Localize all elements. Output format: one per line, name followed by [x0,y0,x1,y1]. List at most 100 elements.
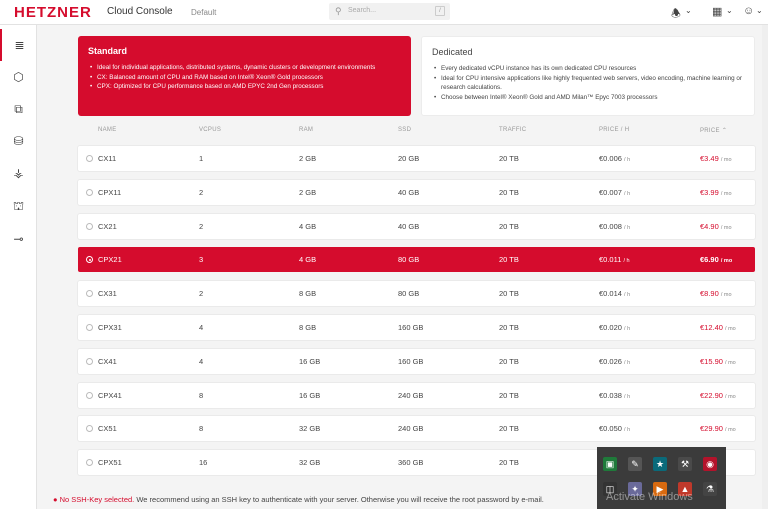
cell-vcpus: 8 [199,390,204,400]
price-hour-value: €0.020 [599,323,622,332]
cell-ram: 32 GB [299,424,321,434]
row-radio-button[interactable] [86,222,93,230]
column-header-price[interactable]: PRICE ⌃ [700,127,727,134]
sidebar-item-load-balancers[interactable]: ⛁ [0,125,37,157]
sidebar-item-volumes[interactable]: ⬡ [0,61,37,93]
key-icon: ⊸ [13,232,24,246]
column-header-name[interactable]: NAME [98,127,117,133]
chevron-down-icon[interactable]: ⌄ [726,6,733,15]
price-hour-value: €0.050 [599,424,622,434]
table-row[interactable]: CPX21 3 4 GB 80 GB 20 TB €0.011 / h €6.90 / mo [78,247,755,273]
row-radio-button[interactable] [86,188,93,196]
table-row[interactable]: CX51 8 32 GB 240 GB 20 TB €0.050 / h €29.90 / … [78,416,755,442]
price-hour-unit: / h [624,190,631,197]
cell-traffic: 20 TB [499,323,519,332]
cell-price-month: €4.90 / mo [700,222,732,231]
volumes-icon: ⬡ [13,70,24,84]
table-row[interactable]: CPX31 4 8 GB 160 GB 20 TB €0.020 / h €12.40 / … [78,315,755,340]
column-header-traffic[interactable]: TRAFFIC [499,127,526,133]
tray-icon-1[interactable]: ▣ [603,457,617,471]
sidebar-item-firewalls[interactable]: ⚶ [0,157,37,189]
scrollbar[interactable] [762,25,768,509]
column-header-ssd[interactable]: SSD [398,127,411,133]
tray-icon-4[interactable]: ⚒ [678,457,692,471]
cell-ram: 2 GB [299,154,317,163]
price-month-value: €3.49 [700,154,719,163]
chevron-down-icon[interactable]: ⌄ [685,6,692,15]
plan-bullet: CPX: Optimized for CPU performance based… [90,82,401,92]
sort-ascending-icon: ⌃ [721,128,728,134]
cell-traffic: 20 TB [499,356,519,366]
warning-title: No SSH-Key selected. [59,495,135,504]
search-input[interactable]: ⚲ Search... / [329,3,450,20]
app-title[interactable]: Cloud Console [107,6,173,17]
table-row[interactable]: CPX41 8 16 GB 240 GB 20 TB €0.038 / h €22.90 /… [78,382,755,408]
sidebar-item-security[interactable]: ⊸ [0,223,37,255]
tray-icon-5[interactable]: ◉ [703,457,717,471]
sidebar: ≣ ⬡ ⧉ ⛁ ⚶ ⛫ ⊸ [0,25,37,509]
price-hour-unit: / h [624,393,631,400]
cell-ram: 16 GB [299,356,321,366]
apps-grid-icon[interactable]: ▦ [712,5,722,18]
price-month-value: €12.40 [700,323,723,332]
table-row[interactable]: CPX11 2 2 GB 40 GB 20 TB €0.007 / h €3.99 / mo [78,179,755,205]
cell-vcpus: 16 [199,458,208,468]
tray-icon-3[interactable]: ★ [653,457,667,471]
row-radio-button[interactable] [86,459,93,467]
plan-card-standard[interactable]: Standard Ideal for individual applicatio… [78,36,411,116]
cell-name: CX41 [98,356,117,366]
cell-price-month: €15.90 / mo [700,357,736,366]
activate-windows-watermark: Activate Windows [606,491,693,503]
user-icon[interactable]: ☺ [743,5,754,17]
row-radio-button[interactable] [86,425,93,433]
row-radio-button[interactable] [86,324,93,331]
row-radio-button[interactable] [86,256,93,264]
plan-bullet: CX: Balanced amount of CPU and RAM based… [90,73,401,83]
search-icon: ⚲ [335,6,342,16]
cell-name: CPX41 [98,390,122,400]
price-hour-unit: / h [623,258,630,265]
cell-price-month: €3.49 / mo [700,154,732,163]
cell-price-hour: €0.038 / h [599,391,630,400]
project-selector[interactable]: Default [191,8,216,17]
price-month-unit: / mo [725,427,736,434]
load-balancer-icon: ⛁ [13,134,24,148]
row-radio-button[interactable] [86,155,93,162]
cell-ram: 4 GB [299,221,317,231]
cell-name: CPX21 [98,255,122,265]
plan-bullet: Choose between Intel® Xeon® Gold and AMD… [434,93,744,103]
column-header-price-hour[interactable]: PRICE / H [599,127,629,133]
price-month-value: €8.90 [700,289,719,299]
column-header-ram[interactable]: RAM [299,127,313,133]
plan-bullet: Ideal for CPU intensive applications lik… [434,74,744,93]
plan-title: Standard [88,46,128,56]
table-row[interactable]: CX21 2 4 GB 40 GB 20 TB €0.008 / h €4.90 / mo [78,213,755,239]
sidebar-item-floating-ips[interactable]: ⛫ [0,191,37,223]
tray-icon-10[interactable]: ⚗ [703,482,717,496]
price-hour-value: €0.007 [599,187,622,197]
chevron-down-icon[interactable]: ⌄ [756,6,763,15]
plan-card-dedicated[interactable]: Dedicated Every dedicated vCPU instance … [421,36,755,116]
hetzner-logo[interactable]: HETZNER [14,4,92,21]
column-header-vcpus[interactable]: VCPUS [199,127,221,133]
bell-icon[interactable]: 🕭 [671,5,681,24]
cell-price-month: €8.90 / mo [700,289,732,298]
row-radio-button[interactable] [86,290,93,298]
sidebar-item-servers[interactable]: ≣ [0,29,37,61]
cell-ssd: 160 GB [398,356,424,366]
price-month-unit: / mo [720,224,732,231]
cell-price-hour: €0.050 / h [599,424,630,433]
row-radio-button[interactable] [86,391,93,399]
row-radio-button[interactable] [86,357,93,365]
cell-traffic: 20 TB [499,255,519,265]
cell-ssd: 160 GB [398,323,424,332]
table-row[interactable]: CX41 4 16 GB 160 GB 20 TB €0.026 / h €15.90 / … [78,348,755,374]
sidebar-item-networks[interactable]: ⧉ [0,93,37,125]
tray-icon-2[interactable]: ✎ [628,457,642,471]
cell-name: CX21 [98,221,117,231]
search-placeholder: Search... [348,7,377,14]
table-row[interactable]: CX31 2 8 GB 80 GB 20 TB €0.014 / h €8.90 / mo [78,281,755,307]
cell-traffic: 20 TB [499,154,519,163]
table-row[interactable]: CX11 1 2 GB 20 GB 20 TB €0.006 / h €3.49 / mo [78,146,755,171]
cell-name: CX31 [98,289,117,299]
